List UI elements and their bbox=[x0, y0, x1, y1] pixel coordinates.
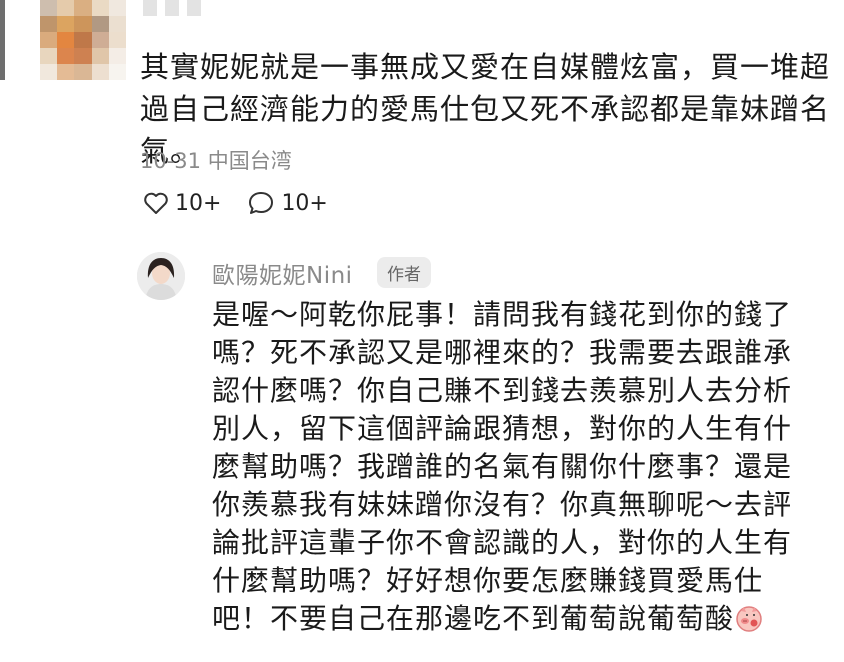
left-edge-bar bbox=[0, 0, 5, 80]
reply-count: 10+ bbox=[281, 190, 328, 216]
comment-meta: 10-31 中国台湾 bbox=[140, 149, 292, 173]
pig-face-emoji-icon bbox=[736, 606, 762, 632]
reply-text-content: 是喔～阿乾你屁事！請問我有錢花到你的錢了嗎？死不承認又是哪裡來的？我需要去跟誰承… bbox=[212, 298, 793, 635]
heart-outline-icon bbox=[144, 192, 168, 214]
author-badge: 作者 bbox=[377, 257, 431, 288]
portrait-icon bbox=[137, 252, 185, 300]
reply-text: 是喔～阿乾你屁事！請問我有錢花到你的錢了嗎？死不承認又是哪裡來的？我需要去跟誰承… bbox=[212, 296, 812, 638]
like-button[interactable]: 10+ bbox=[143, 191, 221, 216]
commenter-avatar[interactable] bbox=[40, 0, 126, 80]
speech-bubble-icon bbox=[249, 192, 274, 214]
like-count: 10+ bbox=[175, 190, 222, 216]
reply-button[interactable]: 10+ bbox=[247, 190, 328, 216]
author-name[interactable]: 歐陽妮妮Nini bbox=[212, 256, 353, 290]
author-avatar[interactable] bbox=[137, 252, 185, 300]
commenter-username-blurred[interactable] bbox=[143, 0, 201, 16]
comment-actions: 10+ 10+ bbox=[143, 190, 328, 216]
